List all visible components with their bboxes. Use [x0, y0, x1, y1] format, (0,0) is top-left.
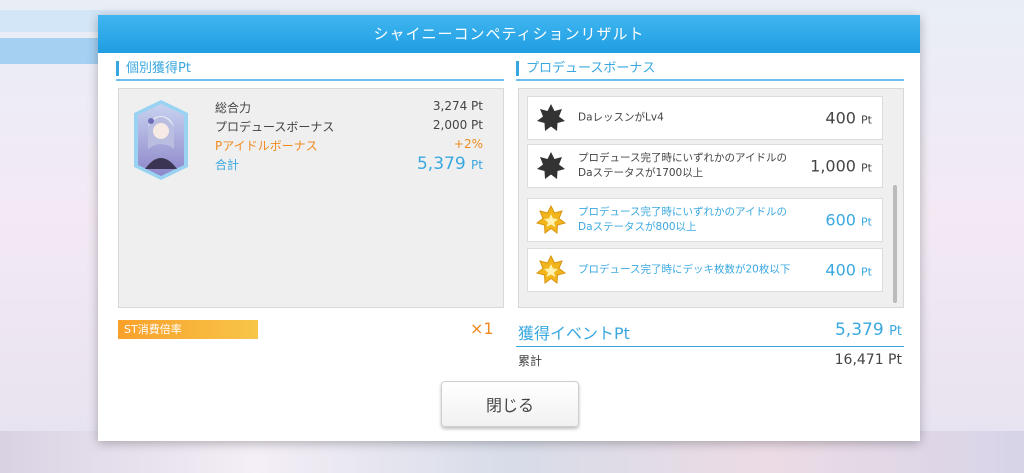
result-dialog: シャイニーコンペティションリザルト 個別獲得Pt プロデュースボーナス 総合力 … [98, 15, 920, 441]
cumulative-value: 16,471 Pt [834, 352, 902, 368]
bonus-text: DaレッスンがLv4 [578, 111, 664, 124]
bonus-list-scrollbar[interactable] [893, 185, 897, 303]
black-star-badge-icon [536, 103, 566, 133]
gold-star-badge-icon [535, 204, 567, 235]
stat-row-sum: 合計 5,379 Pt [215, 154, 483, 180]
sum-value: 5,379 Pt [416, 154, 483, 174]
st-rate-multiplier: ×1 [470, 319, 494, 338]
individual-pt-header: 個別獲得Pt [116, 57, 504, 81]
bonus-item: プロデュース完了時にいずれかのアイドルのDaステータスが1700以上 1,000… [527, 144, 883, 188]
background-banner-accent [0, 38, 110, 64]
bonus-item: プロデュース完了時にデッキ枚数が20枚以下 400 Pt [527, 248, 883, 292]
event-pt-row: 獲得イベントPt 5,379 Pt [518, 320, 902, 344]
bonus-points: 1,000 Pt [810, 156, 872, 176]
bonus-points: 400 Pt [825, 108, 872, 128]
cumulative-label: 累計 [518, 354, 543, 368]
bonus-text: プロデュース完了時にいずれかのアイドルのDaステータスが800以上 [578, 206, 787, 233]
event-pt-value: 5,379 Pt [834, 320, 902, 340]
produce-bonus-header: プロデュースボーナス [516, 57, 904, 81]
bonus-text: プロデュース完了時にデッキ枚数が20枚以下 [578, 263, 791, 276]
stat-label: 総合力 [215, 101, 252, 115]
individual-pt-panel: 総合力 3,274 Pt プロデュースボーナス 2,000 Pt Pアイドルボー… [118, 88, 504, 308]
stat-label: Pアイドルボーナス [215, 139, 318, 153]
close-button[interactable]: 閉じる [441, 381, 579, 427]
bonus-item: プロデュース完了時にいずれかのアイドルのDaステータスが800以上 600 Pt [527, 198, 883, 242]
st-rate-badge: ST消費倍率 [118, 320, 258, 339]
stat-row-produce-bonus: プロデュースボーナス 2,000 Pt [215, 118, 483, 137]
stats-list: 総合力 3,274 Pt プロデュースボーナス 2,000 Pt Pアイドルボー… [215, 99, 483, 180]
stat-row-total-power: 総合力 3,274 Pt [215, 99, 483, 118]
produce-bonus-list[interactable]: DaレッスンがLv4 400 Pt プロデュース完了時にいずれかのアイドルのDa… [518, 88, 904, 308]
bonus-item: DaレッスンがLv4 400 Pt [527, 96, 883, 140]
black-star-badge-icon [536, 151, 566, 181]
bonus-points: 600 Pt [825, 210, 872, 230]
idol-card-icon [133, 99, 189, 181]
bonus-text: プロデュース完了時にいずれかのアイドルのDaステータスが1700以上 [578, 152, 787, 179]
bonus-points: 400 Pt [825, 260, 872, 280]
dialog-title: シャイニーコンペティションリザルト [98, 15, 920, 53]
cumulative-row: 累計 16,471 Pt [518, 352, 902, 372]
event-pt-divider [516, 346, 904, 347]
stat-value: 2,000 Pt [432, 118, 483, 132]
stat-value: 3,274 Pt [432, 99, 483, 113]
gold-star-badge-icon [535, 254, 567, 285]
stat-label: プロデュースボーナス [215, 120, 335, 134]
event-pt-label: 獲得イベントPt [518, 324, 630, 343]
stat-value: +2% [453, 137, 483, 151]
sum-label: 合計 [215, 158, 240, 172]
